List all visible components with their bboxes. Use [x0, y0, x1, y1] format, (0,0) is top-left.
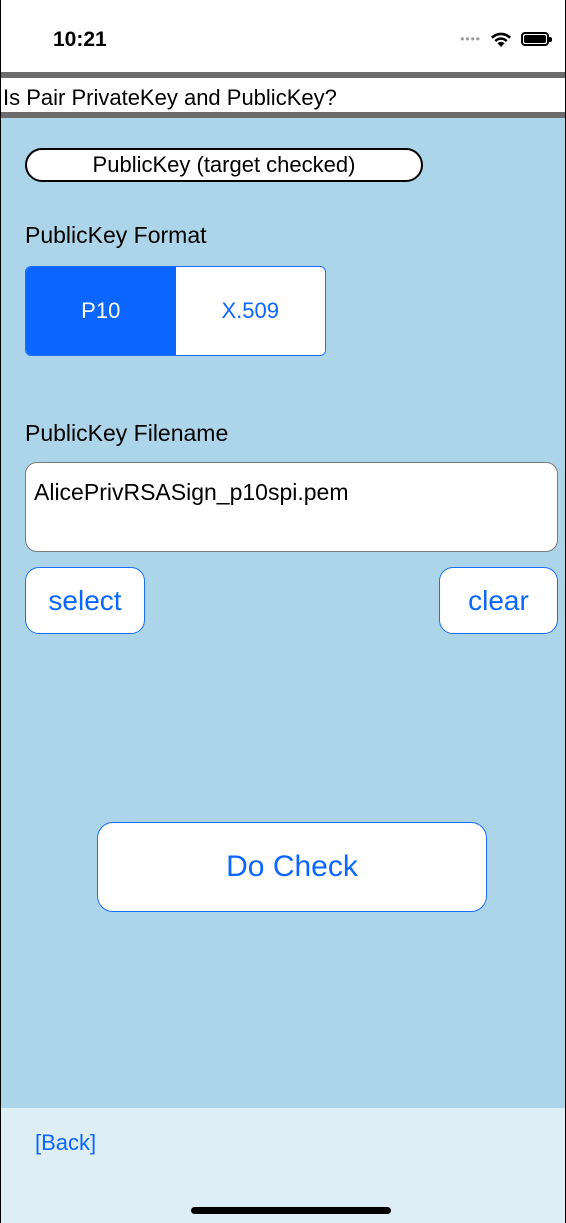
- title-bar: Is Pair PrivateKey and PublicKey?: [1, 72, 565, 118]
- app-window: 10:21 •••• Is Pair PrivateKey and Public…: [0, 0, 566, 1223]
- format-label: PublicKey Format: [25, 222, 207, 248]
- back-link[interactable]: [Back]: [35, 1130, 96, 1156]
- page-title: Is Pair PrivateKey and PublicKey?: [3, 85, 337, 110]
- segment-x509[interactable]: X.509: [175, 267, 325, 355]
- do-check-button[interactable]: Do Check: [97, 822, 487, 912]
- battery-icon: [521, 32, 552, 46]
- filename-label: PublicKey Filename: [25, 420, 229, 446]
- home-indicator[interactable]: [191, 1207, 391, 1214]
- main-panel: PublicKey (target checked) PublicKey For…: [1, 118, 565, 1108]
- filename-field[interactable]: AlicePrivRSASign_p10spi.pem: [25, 462, 558, 552]
- bottom-bar: [Back]: [1, 1108, 565, 1223]
- wifi-icon: [491, 32, 511, 47]
- publickey-target-button[interactable]: PublicKey (target checked): [25, 148, 423, 182]
- status-time: 10:21: [53, 28, 107, 51]
- segment-p10[interactable]: P10: [26, 267, 176, 355]
- signal-dots-icon: ••••: [460, 32, 481, 46]
- clear-button[interactable]: clear: [439, 567, 558, 634]
- status-icons: ••••: [460, 28, 552, 50]
- filename-value: AlicePrivRSASign_p10spi.pem: [34, 479, 349, 505]
- format-segmented-control: P10 X.509: [25, 266, 326, 356]
- select-button[interactable]: select: [25, 567, 145, 634]
- status-bar: 10:21 ••••: [1, 0, 565, 72]
